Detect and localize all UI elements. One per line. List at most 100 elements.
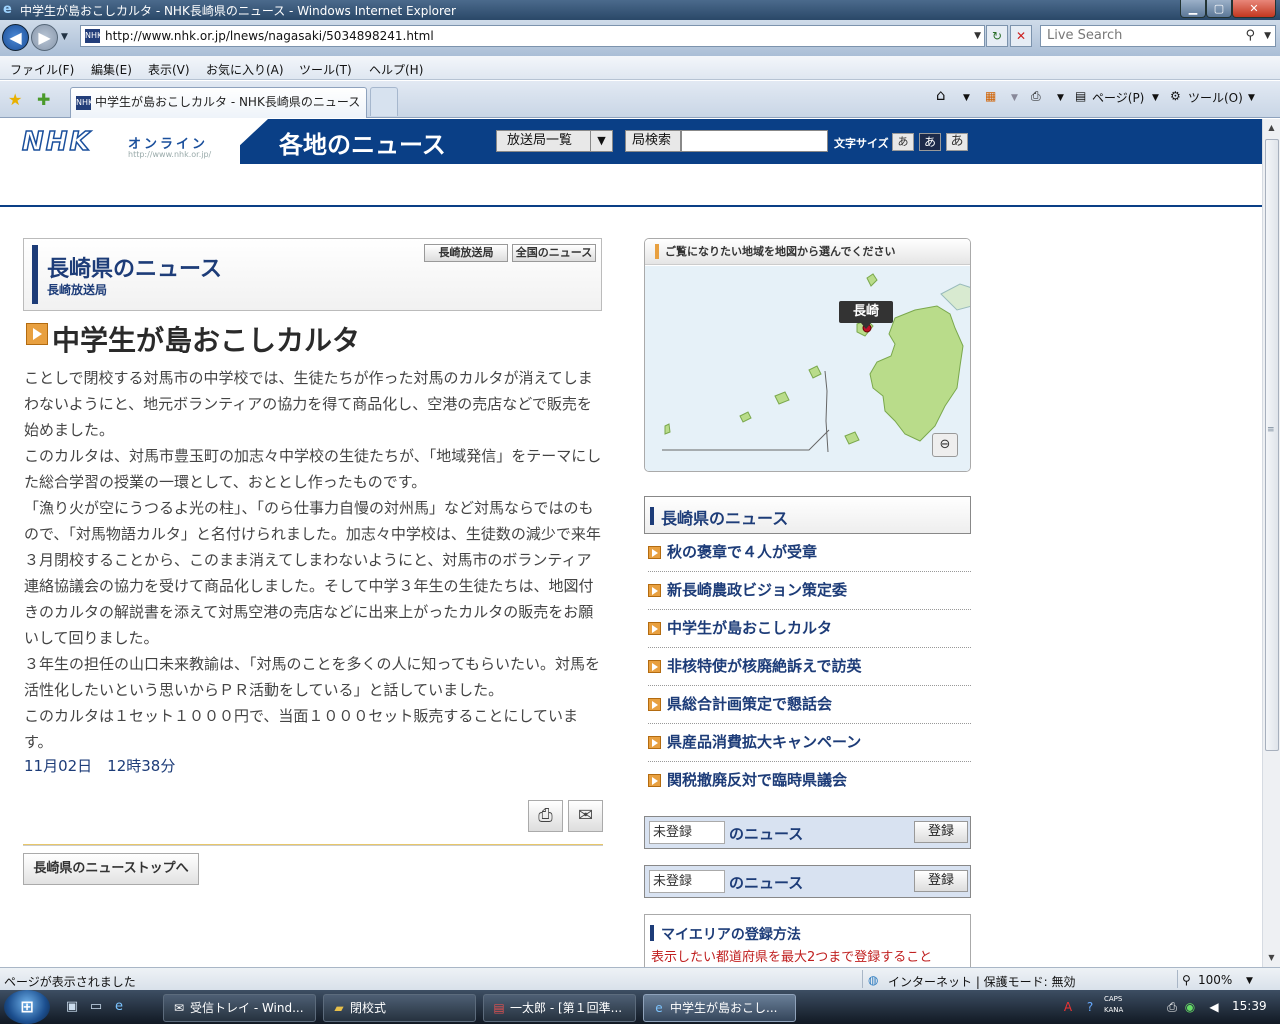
menu-tools[interactable]: ツール(T) <box>299 61 352 78</box>
home-icon[interactable]: ⌂ <box>936 86 946 104</box>
stop-icon[interactable]: ✕ <box>1010 25 1032 47</box>
tab-current[interactable]: NHK 中学生が島おこしカルタ - NHK長崎県のニュース <box>70 87 367 118</box>
myarea-value-1[interactable]: 未登録 <box>649 821 725 844</box>
clock[interactable]: 15:39 <box>1232 999 1267 1013</box>
start-button[interactable]: ⊞ <box>4 990 50 1024</box>
pref-header-bar <box>32 245 38 304</box>
news-list-item[interactable]: 新長崎農政ビジョン策定委 <box>648 572 971 610</box>
security-icon[interactable]: ◉ <box>1182 999 1198 1015</box>
pref-subtitle: 長崎放送局 <box>47 283 108 297</box>
news-list-item[interactable]: 秋の褒章で４人が受章 <box>648 534 971 572</box>
news-link[interactable]: 秋の褒章で４人が受章 <box>667 543 817 561</box>
nhk-logo[interactable]: NHK <box>21 126 92 158</box>
news-link[interactable]: 非核特使が核廃絶訴えで訪英 <box>667 657 862 675</box>
print-icon[interactable]: ⎙ <box>528 800 563 832</box>
ichitaro-icon: ▤ <box>493 1001 505 1015</box>
volume-icon[interactable]: ◀ <box>1206 999 1222 1015</box>
page-dropdown-icon[interactable]: ▼ <box>1152 93 1159 103</box>
vertical-scrollbar[interactable]: ▲ ≡ ▼ <box>1262 119 1280 967</box>
feeds-dropdown-icon[interactable]: ▼ <box>1011 93 1018 103</box>
print-icon[interactable]: ⎙ <box>1031 89 1041 104</box>
menu-view[interactable]: 表示(V) <box>148 61 190 78</box>
help-icon[interactable]: ? <box>1082 999 1098 1015</box>
scroll-thumb[interactable] <box>1265 139 1279 751</box>
back-arrow-icon[interactable]: ◀ <box>2 24 29 51</box>
ie-quicklaunch-icon[interactable]: e <box>111 999 127 1015</box>
kyushu-map[interactable] <box>645 266 971 472</box>
national-news-button[interactable]: 全国のニュース <box>512 244 596 262</box>
tools-menu[interactable]: ツール(O) <box>1188 89 1243 106</box>
news-list-item[interactable]: 関税撤廃反対で臨時県議会 <box>648 762 971 800</box>
zoom-out-icon[interactable]: ⊖ <box>932 433 958 457</box>
fontsize-large-button[interactable]: あ <box>946 133 968 151</box>
news-list-item[interactable]: 中学生が島おこしカルタ <box>648 610 971 648</box>
maximize-button[interactable]: ▢ <box>1206 0 1232 18</box>
task-ie[interactable]: e 中学生が島おこし... <box>643 994 796 1022</box>
bullet-arrow-icon <box>648 774 661 787</box>
print-dropdown-icon[interactable]: ▼ <box>1057 93 1064 103</box>
search-input[interactable]: Live Search ⚲ ▼ <box>1040 25 1276 47</box>
menu-favorites[interactable]: お気に入り(A) <box>206 61 284 78</box>
minimize-button[interactable]: ▁ <box>1180 0 1206 18</box>
address-bar[interactable]: NHK http://www.nhk.or.jp/lnews/nagasaki/… <box>80 25 985 47</box>
switch-windows-icon[interactable]: ▭ <box>88 999 104 1015</box>
myarea-register-1: 未登録 のニュース 登録 <box>644 816 971 849</box>
register-button-2[interactable]: 登録 <box>914 870 968 892</box>
register-button-1[interactable]: 登録 <box>914 821 968 843</box>
add-favorite-icon[interactable]: ✚ <box>37 90 50 109</box>
news-link[interactable]: 県総合計画策定で懇話会 <box>667 695 832 713</box>
kana-indicator: KANA <box>1104 1006 1124 1014</box>
station-select[interactable]: 放送局一覧 ▼ <box>496 130 613 152</box>
mail-icon[interactable]: ✉ <box>568 800 603 832</box>
nhk-logo-slant <box>220 119 268 164</box>
pref-title: 長崎県のニュース <box>47 257 222 282</box>
myarea-value-2[interactable]: 未登録 <box>649 870 725 893</box>
article-paragraph: ことしで閉校する対馬市の中学校では、生徒たちが作った対馬のカルタが消えてしまわな… <box>24 369 593 439</box>
security-zone[interactable]: インターネット | 保護モード: 無効 <box>888 973 1076 990</box>
fontsize-medium-button[interactable]: あ <box>919 133 941 151</box>
search-icon[interactable]: ⚲ <box>1245 26 1255 46</box>
task-folder[interactable]: ▰ 閉校式 <box>323 994 476 1022</box>
nhk-url-label: http://www.nhk.or.jp/ <box>128 150 212 159</box>
news-link[interactable]: 県産品消費拡大キャンペーン <box>667 733 861 751</box>
menu-file[interactable]: ファイル(F) <box>10 61 74 78</box>
recent-pages-dropdown-icon[interactable]: ▼ <box>61 32 68 42</box>
menu-help[interactable]: ヘルプ(H) <box>369 61 423 78</box>
task-ichitaro[interactable]: ▤ 一太郎 - [第１回準... <box>483 994 636 1022</box>
menu-edit[interactable]: 編集(E) <box>91 61 132 78</box>
forward-arrow-icon[interactable]: ▶ <box>31 24 58 51</box>
news-list-item[interactable]: 県産品消費拡大キャンペーン <box>648 724 971 762</box>
bullet-arrow-icon <box>648 584 661 597</box>
nagasaki-station-button[interactable]: 長崎放送局 <box>424 244 508 262</box>
map-area[interactable]: 長崎 ⊖ <box>645 266 971 472</box>
show-desktop-icon[interactable]: ▣ <box>64 999 80 1015</box>
favorites-star-icon[interactable]: ★ <box>8 90 22 109</box>
station-search-input[interactable] <box>681 130 828 152</box>
acrobat-icon[interactable]: A <box>1060 999 1076 1015</box>
search-dropdown-icon[interactable]: ▼ <box>1264 26 1271 46</box>
chevron-down-icon[interactable]: ▼ <box>590 131 612 151</box>
news-top-button[interactable]: 長崎県のニューストップへ <box>23 853 199 885</box>
network-icon[interactable]: ⎙ <box>1164 999 1180 1015</box>
news-list-item[interactable]: 県総合計画策定で懇話会 <box>648 686 971 724</box>
news-link[interactable]: 中学生が島おこしカルタ <box>667 619 832 637</box>
close-button[interactable]: ✕ <box>1232 0 1276 18</box>
scroll-down-icon[interactable]: ▼ <box>1263 949 1280 966</box>
task-mail[interactable]: ✉ 受信トレイ - Wind... <box>163 994 316 1022</box>
map-location-label[interactable]: 長崎 <box>839 301 893 329</box>
map-boundary-line <box>662 429 830 451</box>
tools-dropdown-icon[interactable]: ▼ <box>1248 93 1255 103</box>
zoom-dropdown-icon[interactable]: ▼ <box>1246 976 1253 986</box>
page-menu[interactable]: ページ(P) <box>1092 89 1144 106</box>
new-tab-button[interactable] <box>370 87 398 116</box>
news-link[interactable]: 関税撤廃反対で臨時県議会 <box>667 771 847 789</box>
fontsize-small-button[interactable]: あ <box>892 133 914 151</box>
address-dropdown-icon[interactable]: ▼ <box>974 26 981 46</box>
zoom-level[interactable]: 100% <box>1198 973 1232 987</box>
news-link[interactable]: 新長崎農政ビジョン策定委 <box>667 581 847 599</box>
home-dropdown-icon[interactable]: ▼ <box>963 93 970 103</box>
scroll-up-icon[interactable]: ▲ <box>1263 119 1280 136</box>
news-list-item[interactable]: 非核特使が核廃絶訴えで訪英 <box>648 648 971 686</box>
refresh-icon[interactable]: ↻ <box>986 25 1008 47</box>
feeds-icon[interactable]: ▦ <box>985 89 996 103</box>
